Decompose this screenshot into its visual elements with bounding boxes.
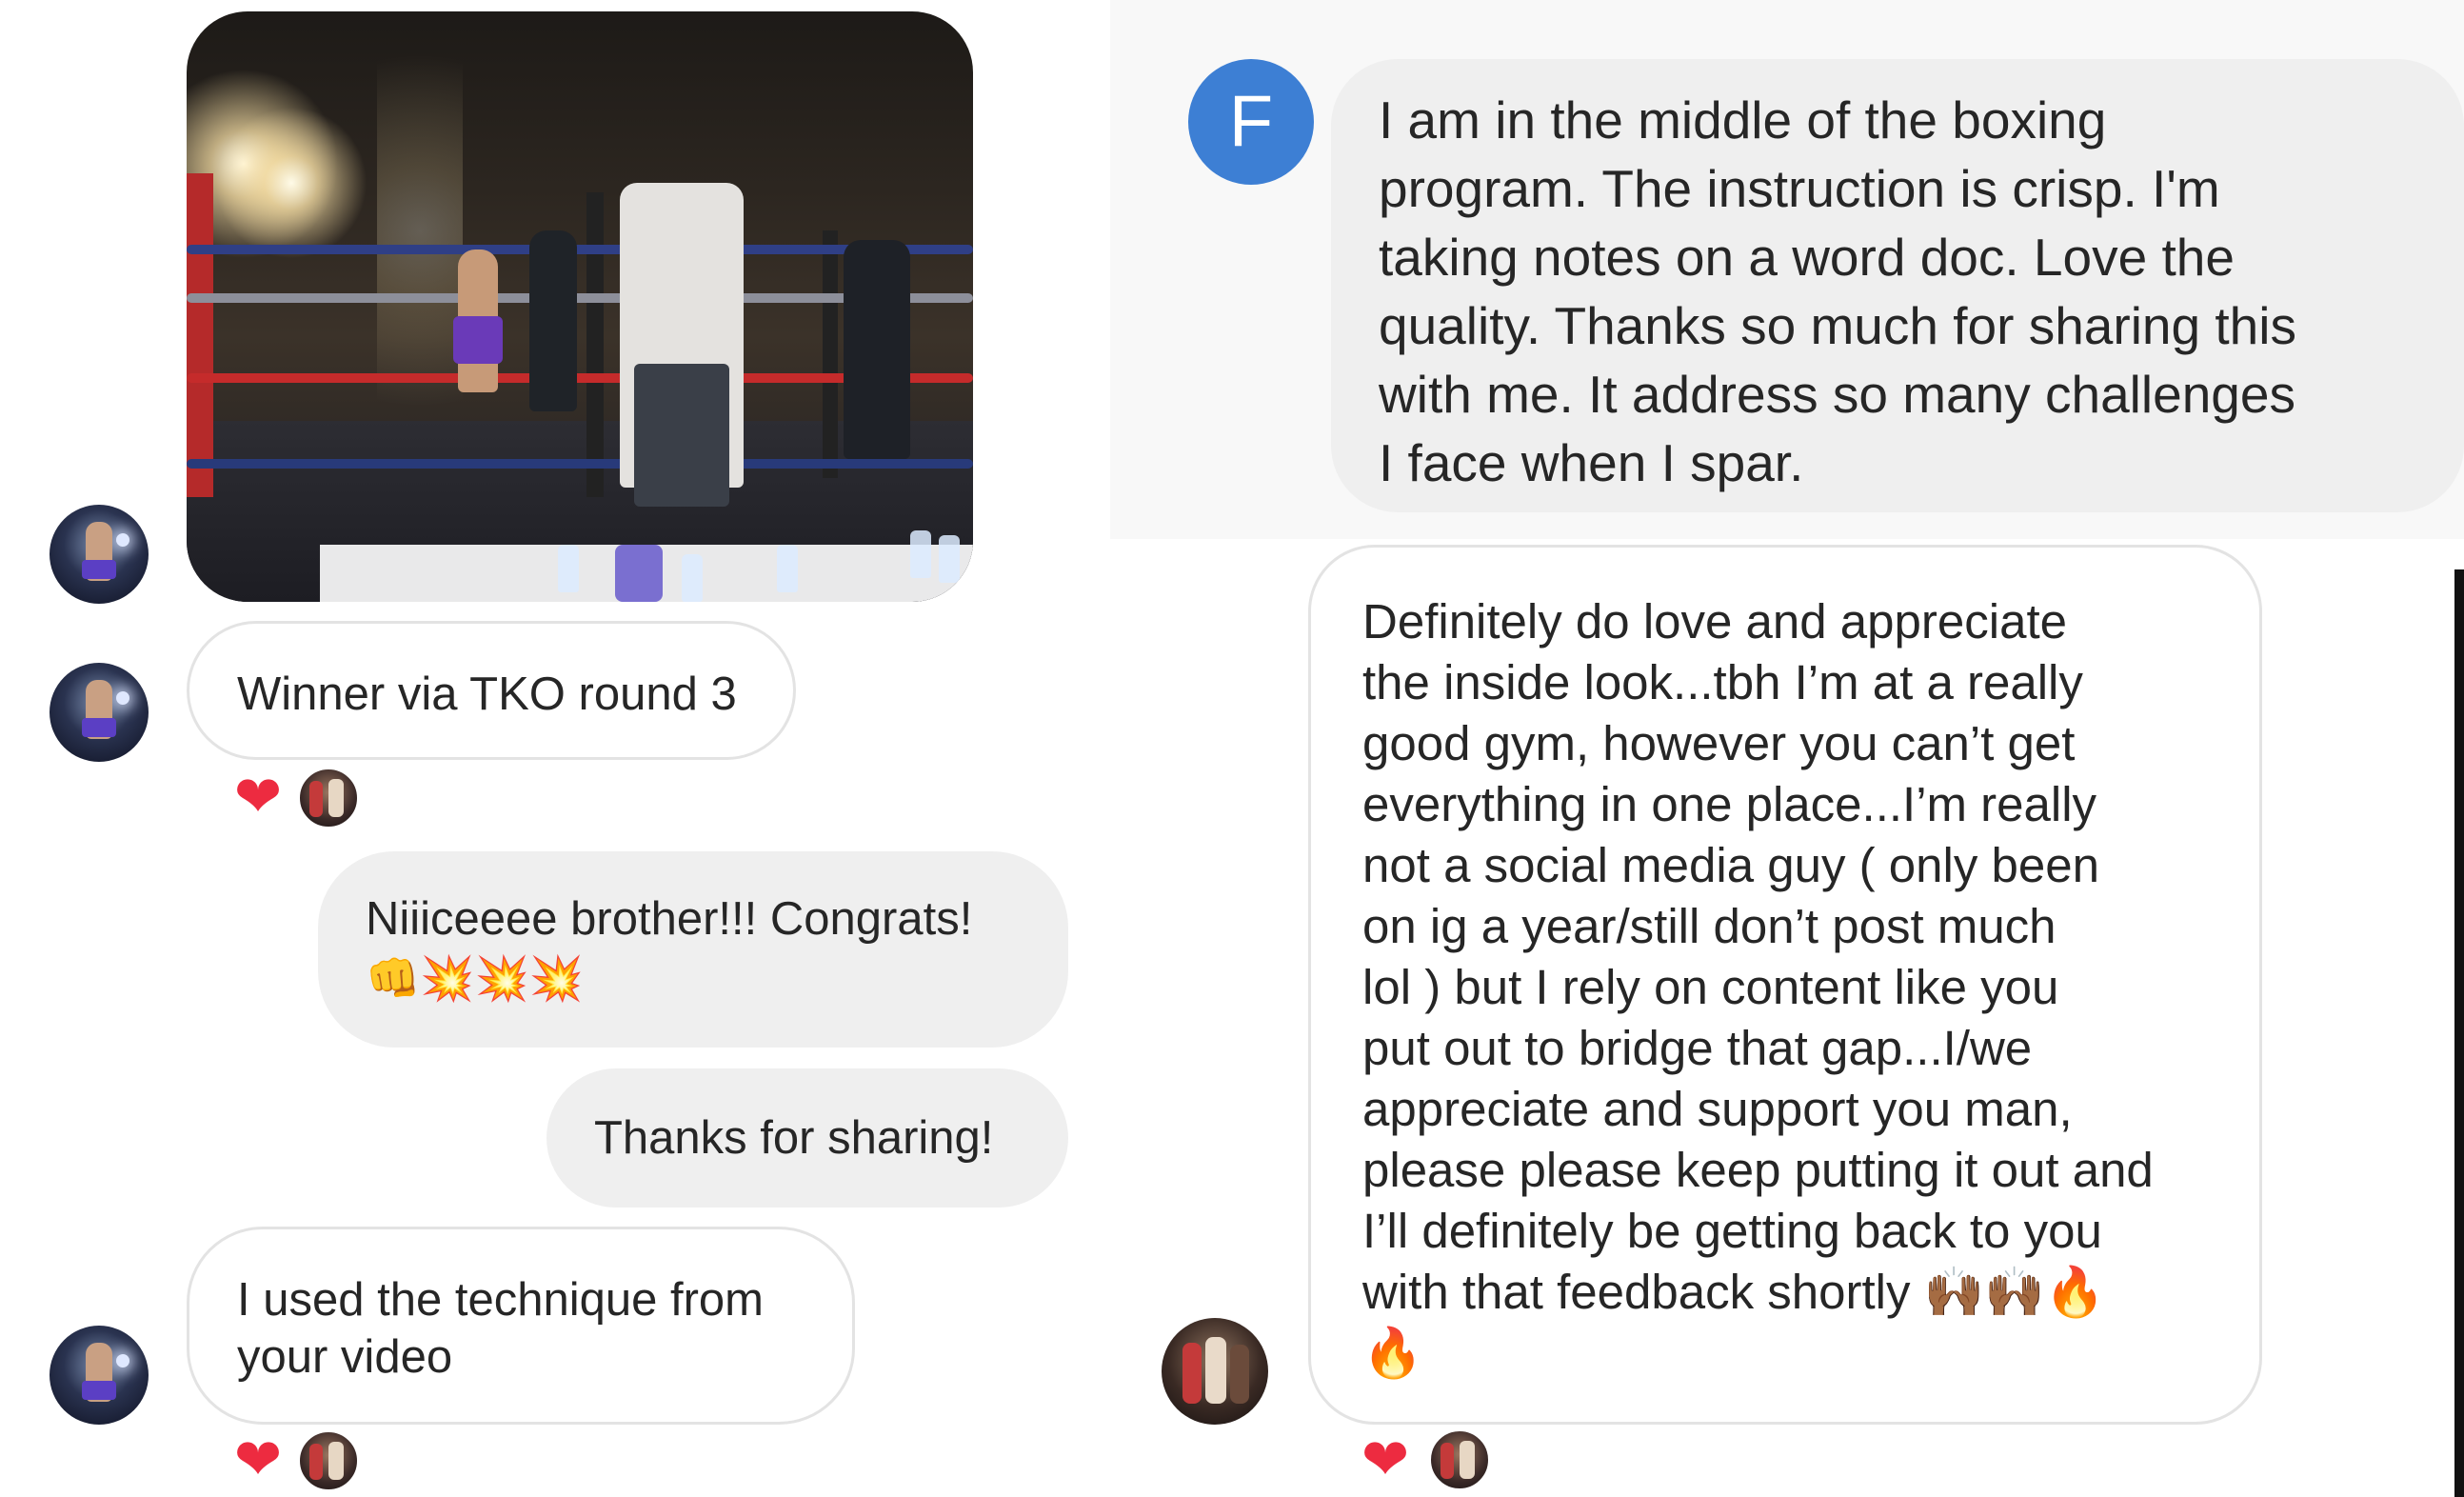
message-line: with me. It address so many challenges (1379, 365, 2295, 424)
reply-line: good gym, however you can’t get (1362, 716, 2076, 770)
scrollbar[interactable] (2454, 569, 2464, 1497)
message-bubble-incoming[interactable]: I am in the middle of the boxing program… (1331, 59, 2464, 512)
reply-line: Definitely do love and appreciate (1362, 594, 2067, 649)
reply-line: 🔥 (1362, 1326, 1423, 1380)
message-bubble-outgoing[interactable]: Niiiceeee brother!!! Congrats! 👊💥💥💥 (318, 851, 1068, 1048)
heart-icon[interactable]: ❤ (229, 1430, 288, 1489)
reaction-avatar (297, 767, 360, 829)
message-line: taking notes on a word doc. Love the (1379, 228, 2235, 287)
avatar[interactable] (50, 505, 149, 604)
reply-line: the inside look...tbh I’m at a really (1362, 655, 2083, 709)
reply-line: not a social media guy ( only been (1362, 838, 2099, 892)
message-bubble-incoming[interactable]: Winner via TKO round 3 (187, 621, 796, 760)
reply-line: appreciate and support you man, (1362, 1082, 2073, 1136)
reply-line: put out to bridge that gap...I/we (1362, 1021, 2033, 1075)
message-text-line: I used the technique from (237, 1274, 764, 1326)
sender-initial: F (1228, 81, 1274, 162)
heart-icon[interactable]: ❤ (1356, 1430, 1415, 1489)
message-bubble-outgoing-reply[interactable]: Definitely do love and appreciate the in… (1308, 545, 2262, 1425)
boxing-ring-photo[interactable] (187, 11, 973, 602)
message-bubble-incoming[interactable]: I used the technique from your video (187, 1227, 855, 1425)
avatar[interactable] (50, 1326, 149, 1425)
message-line: program. The instruction is crisp. I'm (1379, 159, 2220, 218)
message-bubble-outgoing[interactable]: Thanks for sharing! (546, 1068, 1068, 1208)
avatar[interactable] (50, 663, 149, 762)
reply-line: I’ll definitely be getting back to you (1362, 1204, 2102, 1258)
message-text-line: your video (237, 1331, 453, 1383)
message-text: Niiiceeee brother!!! Congrats! (366, 893, 973, 945)
heart-icon[interactable]: ❤ (229, 768, 288, 827)
reaction-avatar (297, 1429, 360, 1492)
sender-avatar[interactable]: F (1188, 59, 1314, 185)
reaction-avatar (1428, 1428, 1491, 1491)
reply-line: everything in one place...I’m really (1362, 777, 2097, 831)
avatar[interactable] (1162, 1318, 1268, 1425)
message-text: Thanks for sharing! (594, 1112, 994, 1164)
message-line: I face when I spar. (1379, 433, 1804, 492)
message-line: I am in the middle of the boxing (1379, 90, 2107, 150)
message-line: quality. Thanks so much for sharing this (1379, 296, 2296, 355)
reply-line: lol ) but I rely on content like you (1362, 960, 2059, 1014)
reply-line: please please keep putting it out and (1362, 1143, 2154, 1197)
reply-line: on ig a year/still don’t post much (1362, 899, 2057, 953)
reply-line: with that feedback shortly 🙌🏾🙌🏾🔥 (1362, 1265, 2106, 1319)
message-text: Winner via TKO round 3 (237, 669, 737, 720)
message-emoji: 👊💥💥💥 (366, 953, 585, 1003)
